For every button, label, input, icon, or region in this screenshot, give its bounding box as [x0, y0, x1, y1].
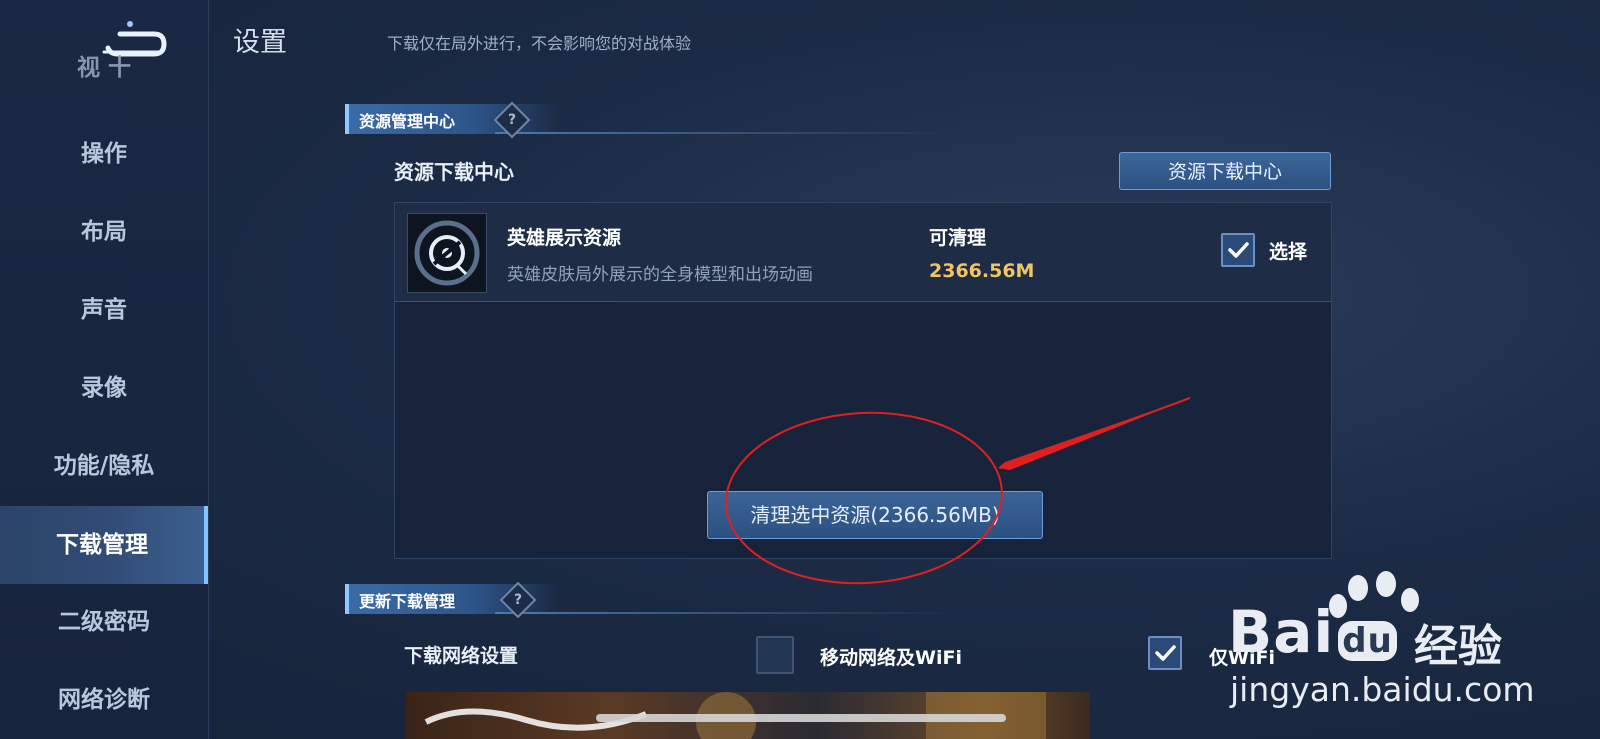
sidebar-item-privacy[interactable]: 功能/隐私: [0, 434, 208, 498]
resource-center-button[interactable]: 资源下载中心: [1119, 152, 1331, 190]
resource-select-checkbox[interactable]: [1221, 233, 1255, 267]
sidebar-item-label: 录像: [81, 375, 127, 401]
section-header-update: 更新下载管理 ?: [345, 581, 965, 619]
sidebar-item-network[interactable]: 网络诊断: [0, 668, 208, 732]
sidebar-item-download[interactable]: 下载管理: [0, 506, 208, 584]
mobile-wifi-checkbox[interactable]: [756, 636, 794, 674]
check-icon: [1155, 645, 1176, 661]
resource-description: 英雄皮肤局外展示的全身模型和出场动画: [507, 265, 813, 285]
wifi-only-checkbox[interactable]: [1148, 636, 1182, 670]
sidebar: 视 十 操作 布局 声音 录像 功能/隐私 下载管理 二级密码 网络诊断: [0, 0, 209, 739]
sidebar-item-view[interactable]: 视 十: [0, 48, 208, 88]
watermark-brand: Bai du: [1228, 598, 1397, 666]
section-header-line: [495, 132, 955, 134]
sidebar-item-label: 下载管理: [56, 532, 148, 558]
help-icon-symbol: ?: [513, 592, 523, 608]
sidebar-item-label: 视 十: [76, 55, 131, 81]
sidebar-item-label: 声音: [81, 297, 127, 323]
sidebar-item-sound[interactable]: 声音: [0, 278, 208, 342]
section-header-label: 更新下载管理: [359, 592, 456, 611]
sidebar-item-controls[interactable]: 操作: [0, 122, 208, 186]
sidebar-item-replay[interactable]: 录像: [0, 356, 208, 420]
download-network-label: 下载网络设置: [404, 645, 519, 667]
section-header-resource: 资源管理中心 ?: [345, 101, 965, 139]
sidebar-item-label: 功能/隐私: [53, 453, 155, 479]
watermark-brand-text: Bai: [1228, 598, 1335, 666]
mobile-wifi-label: 移动网络及WiFi: [820, 647, 962, 669]
page-title: 设置: [233, 27, 287, 58]
resource-panel: 英雄展示资源 英雄皮肤局外展示的全身模型和出场动画 可清理 2366.56M 选…: [394, 202, 1332, 559]
resource-select-label: 选择: [1269, 241, 1308, 263]
resource-size: 2366.56M: [929, 260, 1035, 282]
sidebar-item-label: 二级密码: [58, 609, 150, 635]
hero-resource-icon: [407, 213, 487, 293]
resource-name: 英雄展示资源: [507, 227, 622, 249]
section-header-line: [495, 612, 955, 614]
resource-status: 可清理: [929, 227, 987, 249]
sidebar-item-label: 网络诊断: [58, 687, 150, 713]
clean-selected-button[interactable]: 清理选中资源(2366.56MB): [707, 491, 1043, 539]
list-item: 英雄展示资源 英雄皮肤局外展示的全身模型和出场动画 可清理 2366.56M 选…: [395, 203, 1331, 302]
page-subtitle: 下载仅在局外进行，不会影响您的对战体验: [387, 34, 692, 53]
resource-center-label: 资源下载中心: [394, 160, 514, 184]
home-indicator[interactable]: [596, 714, 1006, 722]
sidebar-item-label: 布局: [81, 219, 127, 245]
baidu-watermark: Bai du 经验 jingyan.baidu.com: [1228, 570, 1598, 720]
watermark-cn: 经验: [1414, 621, 1502, 672]
section-header-label: 资源管理中心: [359, 112, 456, 131]
check-icon: [1228, 242, 1249, 258]
watermark-brand-suffix: du: [1338, 621, 1397, 661]
sidebar-item-label: 操作: [81, 141, 127, 167]
sidebar-item-password[interactable]: 二级密码: [0, 590, 208, 654]
help-icon-symbol: ?: [507, 112, 517, 128]
watermark-url: jingyan.baidu.com: [1230, 670, 1535, 709]
sidebar-item-layout[interactable]: 布局: [0, 200, 208, 264]
